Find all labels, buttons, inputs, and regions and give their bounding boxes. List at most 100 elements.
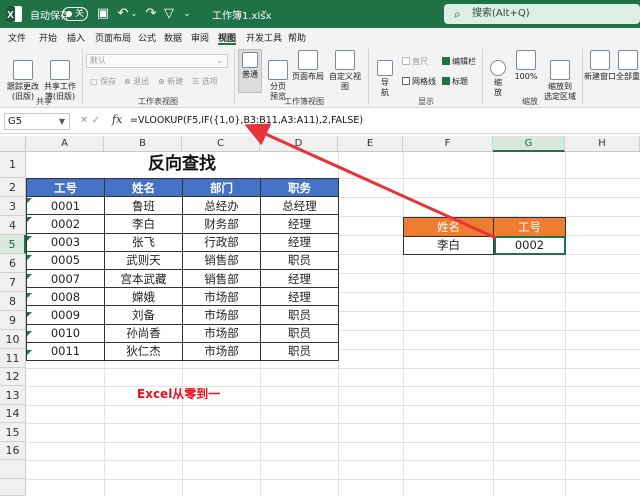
tab-developer[interactable]: 开发工具 bbox=[246, 31, 282, 44]
number-as-text-indicator-icon[interactable] bbox=[27, 198, 32, 203]
cell-position[interactable]: 职员 bbox=[260, 305, 339, 325]
number-as-text-indicator-icon[interactable] bbox=[27, 274, 32, 279]
name-box[interactable]: G5 ▼ bbox=[4, 113, 70, 130]
row-header[interactable]: 1 bbox=[0, 152, 26, 178]
enter-icon[interactable]: ✓ bbox=[92, 115, 100, 126]
header-department[interactable]: 部门 bbox=[182, 177, 261, 198]
page-layout-view-button[interactable]: 页面布局 bbox=[292, 50, 324, 82]
lookup-header-id[interactable]: 工号 bbox=[493, 217, 566, 237]
cell-id[interactable]: 0009 bbox=[26, 305, 105, 325]
row-header[interactable]: 7 bbox=[0, 273, 26, 292]
filter-icon[interactable]: ▽ bbox=[162, 5, 176, 23]
normal-view-button[interactable]: 普通 bbox=[238, 49, 262, 93]
column-header-a[interactable]: A bbox=[26, 136, 104, 152]
page-break-preview-button[interactable]: 分页 预览 bbox=[266, 50, 290, 102]
lookup-result-id[interactable]: 0002 bbox=[493, 235, 566, 255]
cell-position[interactable]: 经理 bbox=[260, 268, 339, 289]
row-header[interactable]: 2 bbox=[0, 178, 26, 197]
cell-dept[interactable]: 市场部 bbox=[182, 287, 261, 307]
number-as-text-indicator-icon[interactable] bbox=[27, 255, 32, 260]
undo-icon[interactable]: ↶ bbox=[116, 5, 130, 23]
row-header[interactable] bbox=[0, 479, 26, 496]
cell-name[interactable]: 张飞 bbox=[104, 232, 183, 252]
track-changes-button[interactable]: 跟踪更改 (旧版) bbox=[6, 50, 40, 102]
row-header[interactable]: 8 bbox=[0, 292, 26, 311]
lookup-header-name[interactable]: 姓名 bbox=[403, 217, 494, 237]
number-as-text-indicator-icon[interactable] bbox=[27, 236, 32, 241]
header-position[interactable]: 职务 bbox=[260, 177, 339, 198]
column-header-h[interactable]: H bbox=[565, 136, 640, 152]
search-box[interactable]: ⌕ 搜索(Alt+Q) bbox=[444, 4, 640, 24]
custom-views-button[interactable]: 自定义视图 bbox=[326, 50, 364, 92]
header-name[interactable]: 姓名 bbox=[104, 177, 183, 198]
tab-page-layout[interactable]: 页面布局 bbox=[95, 31, 131, 44]
row-header[interactable]: 13 bbox=[0, 386, 26, 405]
number-as-text-indicator-icon[interactable] bbox=[27, 312, 32, 317]
cell-position[interactable]: 经理 bbox=[260, 214, 339, 234]
sheet-title[interactable]: 反向查找 bbox=[26, 152, 338, 177]
zoom-button[interactable]: 缩 放 bbox=[488, 50, 508, 98]
row-header[interactable]: 15 bbox=[0, 423, 26, 442]
navigation-button[interactable]: 导 航 bbox=[374, 50, 396, 98]
row-header[interactable]: 6 bbox=[0, 254, 26, 273]
tab-insert[interactable]: 插入 bbox=[67, 31, 85, 44]
ruler-checkbox[interactable]: 直尺 bbox=[402, 56, 428, 67]
select-all-corner[interactable] bbox=[0, 136, 26, 152]
lookup-input-name[interactable]: 李白 bbox=[403, 235, 494, 255]
cell-position[interactable]: 职员 bbox=[260, 250, 339, 270]
cell-name[interactable]: 狄仁杰 bbox=[104, 341, 183, 361]
cell-name[interactable]: 孙尚香 bbox=[104, 323, 183, 343]
exit-view-button[interactable]: ⊗ 退出 bbox=[124, 76, 149, 87]
cell-id[interactable]: 0005 bbox=[26, 250, 105, 270]
zoom-100-button[interactable]: 100% bbox=[512, 50, 540, 82]
tab-data[interactable]: 数据 bbox=[164, 31, 182, 44]
headings-checkbox[interactable]: 标题 bbox=[442, 76, 468, 87]
filename-dropdown-icon[interactable]: ⌄ bbox=[260, 5, 268, 16]
insert-function-icon[interactable]: fx bbox=[112, 113, 122, 126]
cell-name[interactable]: 鲁班 bbox=[104, 196, 183, 216]
cell-id[interactable]: 0008 bbox=[26, 287, 105, 307]
column-header-c[interactable]: C bbox=[182, 136, 260, 152]
cell-dept[interactable]: 行政部 bbox=[182, 232, 261, 252]
tab-file[interactable]: 文件 bbox=[8, 31, 26, 44]
cell-id[interactable]: 0007 bbox=[26, 268, 105, 289]
customize-toolbar-icon[interactable]: ⌄ bbox=[182, 5, 192, 23]
new-view-button[interactable]: ⊕ 新建 bbox=[158, 76, 183, 87]
column-header-d[interactable]: D bbox=[260, 136, 338, 152]
cancel-icon[interactable]: ✕ bbox=[80, 115, 88, 126]
tab-home[interactable]: 开始 bbox=[39, 31, 57, 44]
cell-position[interactable]: 职员 bbox=[260, 341, 339, 361]
cell-position[interactable]: 职员 bbox=[260, 323, 339, 343]
sheet-view-dropdown[interactable]: 默认 ⌄ bbox=[86, 54, 228, 68]
column-header-e[interactable]: E bbox=[338, 136, 403, 152]
cell-dept[interactable]: 总经办 bbox=[182, 196, 261, 216]
formula-bar-checkbox[interactable]: 编辑栏 bbox=[442, 56, 476, 67]
cell-id[interactable]: 0010 bbox=[26, 323, 105, 343]
cell-name[interactable]: 宫本武藏 bbox=[104, 268, 183, 289]
row-header[interactable]: 5 bbox=[0, 235, 26, 254]
header-employee-id[interactable]: 工号 bbox=[26, 177, 105, 198]
new-window-button[interactable]: 新建窗口 bbox=[584, 50, 616, 82]
cell-dept[interactable]: 市场部 bbox=[182, 305, 261, 325]
redo-icon[interactable]: ↷ bbox=[144, 5, 158, 23]
share-workbook-button[interactable]: 共享工作 簿(旧版) bbox=[42, 50, 78, 102]
cell-position[interactable]: 总经理 bbox=[260, 196, 339, 216]
autosave-toggle[interactable]: 关 bbox=[62, 7, 88, 21]
column-header-g[interactable]: G bbox=[493, 136, 565, 152]
cell-dept[interactable]: 销售部 bbox=[182, 250, 261, 270]
cell-name[interactable]: 武则天 bbox=[104, 250, 183, 270]
undo-dropdown-icon[interactable]: ⌄ bbox=[130, 5, 138, 23]
cell-name[interactable]: 李白 bbox=[104, 214, 183, 234]
cell-position[interactable]: 经理 bbox=[260, 287, 339, 307]
row-header[interactable]: 16 bbox=[0, 442, 26, 460]
cell-name[interactable]: 刘备 bbox=[104, 305, 183, 325]
cell-id[interactable]: 0003 bbox=[26, 232, 105, 252]
tab-review[interactable]: 审阅 bbox=[191, 31, 209, 44]
zoom-selection-button[interactable]: 缩放到 选定区域 bbox=[542, 50, 578, 102]
number-as-text-indicator-icon[interactable] bbox=[27, 350, 32, 355]
column-header-f[interactable]: F bbox=[403, 136, 493, 152]
cell-position[interactable]: 经理 bbox=[260, 232, 339, 252]
cell-id[interactable]: 0011 bbox=[26, 341, 105, 361]
gridlines-checkbox[interactable]: 网格线 bbox=[402, 76, 436, 87]
cell-dept[interactable]: 财务部 bbox=[182, 214, 261, 234]
